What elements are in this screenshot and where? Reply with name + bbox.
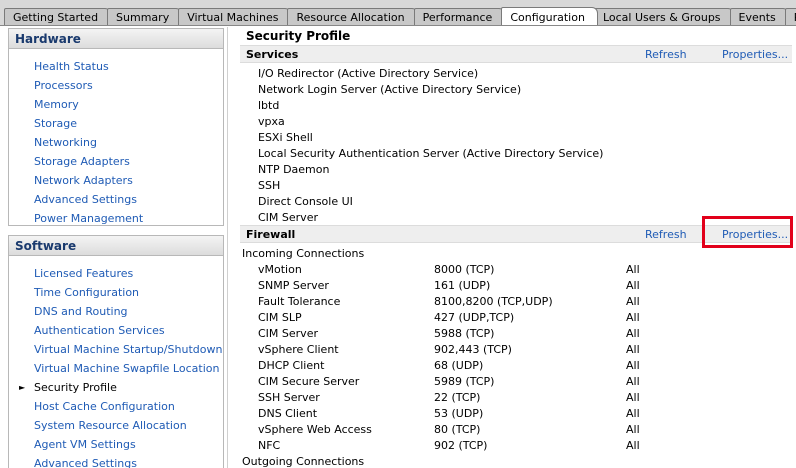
hardware-header: Hardware (9, 29, 223, 49)
highlight-box (702, 216, 793, 248)
firewall-rule-port: 902,443 (TCP) (434, 343, 512, 356)
firewall-rule-port: 5988 (TCP) (434, 327, 495, 340)
service-item: Direct Console UI (258, 195, 353, 208)
nav-processors[interactable]: Processors (9, 76, 223, 95)
current-item-arrow-icon: ► (19, 383, 26, 392)
nav-host-cache-configuration[interactable]: Host Cache Configuration (9, 397, 223, 416)
firewall-rule-port: 53 (UDP) (434, 407, 484, 420)
firewall-rule-name: NFC (258, 439, 281, 452)
tab-bar: Getting Started Summary Virtual Machines Re… (0, 0, 796, 26)
nav-vm-swapfile-location[interactable]: Virtual Machine Swapfile Location (9, 359, 223, 378)
nav-system-resource-allocation[interactable]: System Resource Allocation (9, 416, 223, 435)
firewall-rule-name: Fault Tolerance (258, 295, 341, 308)
firewall-rule-scope: All (626, 407, 640, 420)
firewall-rule-scope: All (626, 295, 640, 308)
software-list: Licensed Features Time Configuration DNS… (9, 256, 223, 468)
firewall-refresh-link[interactable]: Refresh (645, 228, 687, 241)
nav-health-status[interactable]: Health Status (9, 57, 223, 76)
tab-resource-allocation[interactable]: Resource Allocation (287, 8, 418, 25)
nav-agent-vm-settings[interactable]: Agent VM Settings (9, 435, 223, 454)
service-item: CIM Server (258, 211, 318, 224)
firewall-rule-port: 22 (TCP) (434, 391, 481, 404)
incoming-connections-label: Incoming Connections (242, 247, 365, 260)
nav-networking[interactable]: Networking (9, 133, 223, 152)
nav-vm-startup-shutdown[interactable]: Virtual Machine Startup/Shutdown (9, 340, 223, 359)
service-item: ESXi Shell (258, 131, 313, 144)
firewall-header: Firewall (246, 228, 296, 241)
firewall-rule-scope: All (626, 375, 640, 388)
firewall-rule-scope: All (626, 439, 640, 452)
firewall-rule-name: SSH Server (258, 391, 320, 404)
nav-advanced-settings-hw[interactable]: Advanced Settings (9, 190, 223, 209)
firewall-rule-scope: All (626, 343, 640, 356)
nav-power-management[interactable]: Power Management (9, 209, 223, 228)
tab-permissions[interactable]: Permissions (784, 8, 796, 25)
firewall-rule-port: 427 (UDP,TCP) (434, 311, 515, 324)
hardware-list: Health Status Processors Memory Storage … (9, 49, 223, 228)
tab-virtual-machines[interactable]: Virtual Machines (178, 8, 292, 25)
nav-network-adapters[interactable]: Network Adapters (9, 171, 223, 190)
hardware-section: Hardware Health Status Processors Memory… (8, 28, 224, 226)
firewall-rule-name: SNMP Server (258, 279, 329, 292)
service-item: I/O Redirector (Active Directory Service… (258, 67, 479, 80)
services-header: Services (246, 48, 299, 61)
outgoing-connections-label: Outgoing Connections (242, 455, 365, 468)
tab-summary[interactable]: Summary (107, 8, 183, 25)
services-header-bar: Services (240, 45, 792, 63)
service-item: Network Login Server (Active Directory S… (258, 83, 522, 96)
nav-time-configuration[interactable]: Time Configuration (9, 283, 223, 302)
firewall-rule-name: CIM SLP (258, 311, 302, 324)
service-item: SSH (258, 179, 281, 192)
firewall-rule-name: vSphere Web Access (258, 423, 372, 436)
tab-events[interactable]: Events (729, 8, 789, 25)
software-header: Software (9, 236, 223, 256)
nav-licensed-features[interactable]: Licensed Features (9, 264, 223, 283)
nav-security-profile-label: Security Profile (34, 381, 117, 394)
tab-local-users-groups[interactable]: Local Users & Groups (593, 8, 734, 25)
firewall-rule-port: 8100,8200 (TCP,UDP) (434, 295, 553, 308)
firewall-rule-name: CIM Secure Server (258, 375, 360, 388)
nav-memory[interactable]: Memory (9, 95, 223, 114)
firewall-rule-scope: All (626, 263, 640, 276)
service-item: lbtd (258, 99, 280, 112)
page-title: Security Profile (246, 29, 351, 43)
firewall-rule-scope: All (626, 423, 640, 436)
tab-strip: Getting Started Summary Virtual Machines Re… (4, 7, 796, 25)
service-item: NTP Daemon (258, 163, 330, 176)
left-panel: Hardware Health Status Processors Memory… (0, 27, 228, 468)
nav-authentication-services[interactable]: Authentication Services (9, 321, 223, 340)
tab-configuration[interactable]: Configuration (501, 7, 598, 25)
nav-dns-and-routing[interactable]: DNS and Routing (9, 302, 223, 321)
firewall-rule-port: 8000 (TCP) (434, 263, 495, 276)
tab-performance[interactable]: Performance (413, 8, 506, 25)
firewall-rule-name: vMotion (258, 263, 302, 276)
firewall-rule-name: CIM Server (258, 327, 318, 340)
firewall-rule-scope: All (626, 327, 640, 340)
tab-getting-started[interactable]: Getting Started (4, 8, 112, 25)
services-properties-link[interactable]: Properties... (722, 48, 788, 61)
firewall-rule-scope: All (626, 279, 640, 292)
firewall-rule-port: 902 (TCP) (434, 439, 488, 452)
nav-security-profile[interactable]: ► Security Profile (9, 378, 223, 397)
firewall-rule-port: 5989 (TCP) (434, 375, 495, 388)
nav-storage-adapters[interactable]: Storage Adapters (9, 152, 223, 171)
nav-storage[interactable]: Storage (9, 114, 223, 133)
firewall-rule-name: DHCP Client (258, 359, 325, 372)
firewall-rule-scope: All (626, 391, 640, 404)
firewall-rule-port: 161 (UDP) (434, 279, 491, 292)
main-panel: Security Profile Services Refresh Proper… (236, 27, 796, 468)
service-item: Local Security Authentication Server (Ac… (258, 147, 604, 160)
firewall-rule-port: 80 (TCP) (434, 423, 481, 436)
firewall-rule-scope: All (626, 359, 640, 372)
firewall-rule-port: 68 (UDP) (434, 359, 484, 372)
firewall-rule-name: DNS Client (258, 407, 318, 420)
nav-advanced-settings-sw[interactable]: Advanced Settings (9, 454, 223, 468)
service-item: vpxa (258, 115, 285, 128)
firewall-rule-scope: All (626, 311, 640, 324)
firewall-rule-name: vSphere Client (258, 343, 339, 356)
software-section: Software Licensed Features Time Configur… (8, 235, 224, 468)
services-refresh-link[interactable]: Refresh (645, 48, 687, 61)
